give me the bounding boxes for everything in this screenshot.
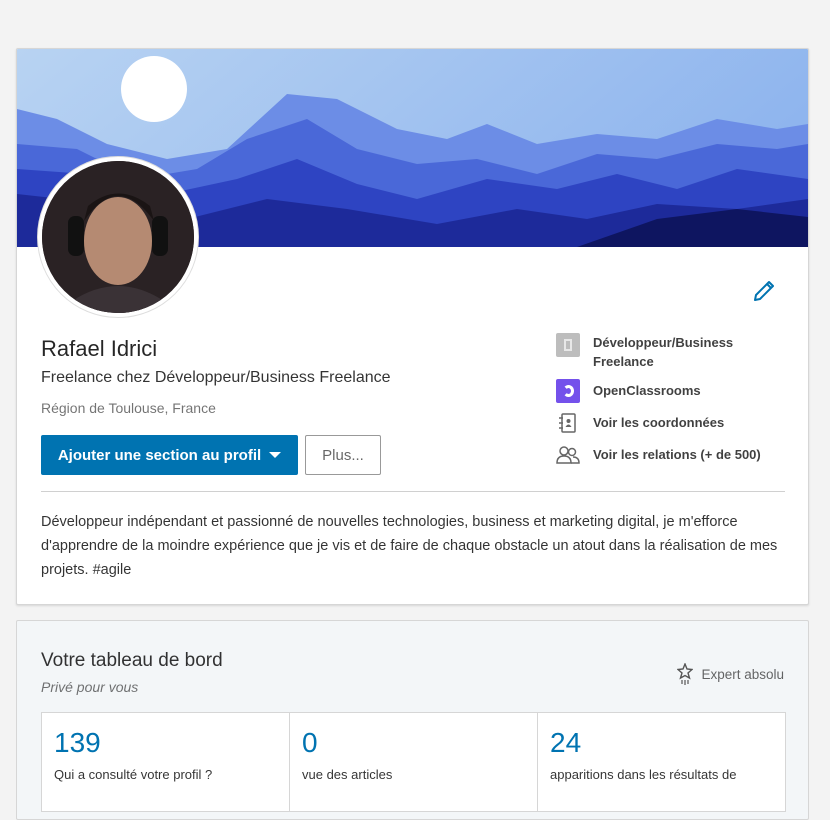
profile-side-links: Développeur/Business Freelance OpenClass… [556,333,796,475]
stat-label: Qui a consulté votre profil ? [54,767,213,782]
contact-info-label: Voir les coordonnées [593,415,725,430]
company-logo-icon [556,333,580,357]
profile-name: Rafael Idrici [41,336,158,361]
profile-headline: Freelance chez Développeur/Business Free… [41,369,391,386]
dashboard-stats: 139 Qui a consulté votre profil ? 0 vue de… [41,712,786,812]
profile-photo[interactable] [38,157,198,317]
stat-value: 24 [550,727,582,758]
caret-down-icon [269,452,282,458]
stat-search-appearances[interactable]: 24 apparitions dans les résultats de [538,713,785,811]
profile-location: Région de Toulouse, France [41,400,216,416]
connections-label: Voir les relations (+ de 500) [593,447,761,462]
connections-link[interactable]: Voir les relations (+ de 500) [556,443,796,467]
stat-profile-views[interactable]: 139 Qui a consulté votre profil ? [42,713,290,811]
profile-card: Rafael Idrici Freelance chez Développeur… [16,48,809,605]
people-icon [556,446,580,464]
dashboard-subtitle: Privé pour vous [41,679,139,695]
divider [41,491,785,492]
stat-label: apparitions dans les résultats de [550,767,737,782]
profile-summary: Développeur indépendant et passionné de … [41,514,778,578]
contact-info-link[interactable]: Voir les coordonnées [556,411,796,435]
add-profile-section-button[interactable]: Ajouter une section au profil [41,435,298,475]
edit-pencil-icon[interactable] [752,279,776,303]
dashboard-title: Votre tableau de bord [41,650,223,671]
stat-value: 139 [54,727,101,758]
stat-value: 0 [302,727,318,758]
stat-label: vue des articles [302,767,393,782]
company-link[interactable]: Développeur/Business Freelance [556,333,796,371]
star-rank-icon [677,663,694,685]
profile-strength[interactable]: Expert absolu [677,663,784,685]
more-button[interactable]: Plus... [305,435,381,475]
add-profile-section-label: Ajouter une section au profil [57,446,262,464]
dashboard-card: Votre tableau de bord Privé pour vous Ex… [16,620,809,820]
address-book-icon [559,413,576,433]
school-name: OpenClassrooms [593,383,701,398]
company-name: Développeur/Business Freelance [593,335,734,369]
openclassrooms-logo-icon [556,379,580,403]
school-link[interactable]: OpenClassrooms [556,379,796,403]
sun [121,56,187,122]
profile-strength-label: Expert absolu [701,666,784,682]
stat-article-views[interactable]: 0 vue des articles [290,713,538,811]
